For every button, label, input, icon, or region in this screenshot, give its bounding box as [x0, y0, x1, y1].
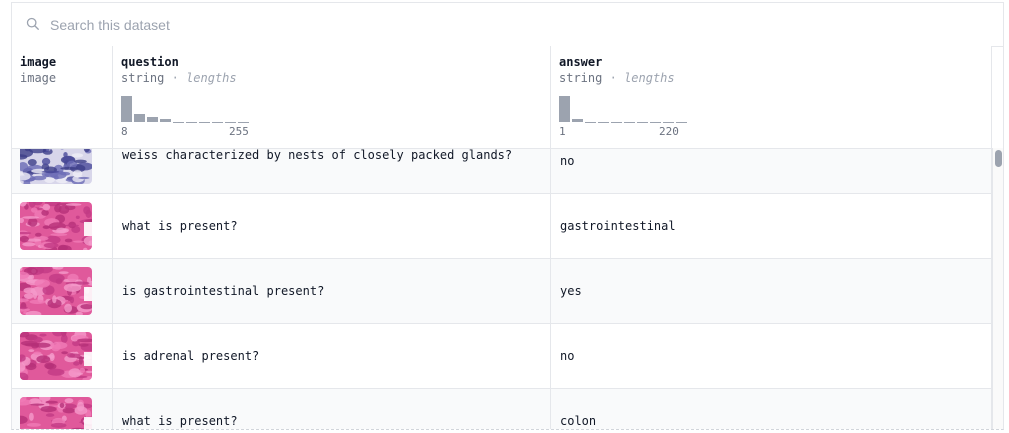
histogram-bar[interactable] — [650, 122, 661, 123]
table-header: image image question string · lengths 8 … — [12, 46, 992, 149]
question-cell: what is present? — [113, 194, 551, 258]
question-cell: is adrenal present? — [113, 324, 551, 388]
answer-cell: gastrointestinal — [551, 194, 992, 258]
histogram-bar[interactable] — [225, 122, 236, 123]
histogram-bar[interactable] — [598, 122, 609, 123]
table-body: is endoscopic view of a longitudinally-o… — [12, 148, 992, 429]
histogram-bar[interactable] — [572, 119, 583, 122]
lengths-label: lengths — [624, 71, 675, 85]
separator: · — [609, 71, 617, 85]
histogram-bar[interactable] — [676, 122, 687, 123]
dataset-viewer: image image question string · lengths 8 … — [11, 2, 1004, 430]
question-text: what is present? — [122, 414, 238, 428]
question-text: is adrenal present? — [122, 349, 260, 363]
histogram-max: 255 — [229, 125, 249, 138]
answer-text: colon — [560, 414, 597, 428]
column-name: answer — [559, 55, 603, 69]
histogram-bar[interactable] — [212, 122, 223, 123]
histogram-bar[interactable] — [624, 122, 635, 123]
histogram-bar[interactable] — [186, 122, 197, 123]
table-row[interactable]: is adrenal present? no — [12, 324, 992, 389]
answer-text: gastrointestinal — [560, 219, 676, 233]
table-row[interactable]: is gastrointestinal present? yes — [12, 259, 992, 324]
length-histogram[interactable] — [121, 96, 253, 123]
search-input[interactable] — [50, 12, 950, 38]
table-row[interactable]: is endoscopic view of a longitudinally-o… — [12, 148, 992, 194]
question-text: is endoscopic view of a longitudinally-o… — [122, 148, 513, 162]
search-bar — [12, 3, 1003, 47]
column-header-question[interactable]: question string · lengths 8 255 — [113, 46, 551, 148]
question-text: is gastrointestinal present? — [122, 284, 325, 298]
histogram-bar[interactable] — [160, 119, 171, 122]
histogram-bar[interactable] — [663, 122, 674, 123]
histogram-bar[interactable] — [238, 122, 249, 123]
answer-text: no — [560, 154, 575, 168]
lengths-label: lengths — [186, 71, 237, 85]
histology-thumbnail[interactable] — [20, 267, 92, 315]
column-header-image[interactable]: image image — [12, 46, 113, 148]
search-icon — [26, 17, 39, 30]
question-text: what is present? — [122, 219, 238, 233]
tissue-image — [20, 397, 92, 429]
table-row[interactable]: what is present? gastrointestinal — [12, 194, 992, 259]
separator: · — [171, 71, 179, 85]
histology-thumbnail[interactable] — [20, 397, 92, 429]
type-label: string — [121, 71, 165, 85]
column-name: question — [121, 55, 179, 69]
answer-cell: colon — [551, 389, 992, 429]
histology-thumbnail[interactable] — [20, 332, 92, 380]
answer-text: yes — [560, 284, 582, 298]
histology-thumbnail[interactable] — [20, 148, 92, 184]
image-cell — [12, 259, 113, 323]
histogram-bar[interactable] — [611, 122, 622, 123]
type-label: string — [559, 71, 603, 85]
image-cell — [12, 324, 113, 388]
table-row[interactable]: what is present? colon — [12, 389, 992, 429]
tissue-image — [20, 332, 92, 380]
histogram-bar[interactable] — [585, 122, 596, 123]
answer-cell: yes — [551, 259, 992, 323]
histology-thumbnail[interactable] — [20, 202, 92, 250]
tissue-image — [20, 202, 92, 250]
histogram-max: 220 — [659, 125, 679, 138]
answer-cell: no — [551, 324, 992, 388]
image-cell — [12, 194, 113, 258]
scrollbar[interactable] — [992, 148, 1003, 429]
histogram-bar[interactable] — [199, 122, 210, 123]
question-cell: is endoscopic view of a longitudinally-o… — [113, 148, 551, 193]
histogram-bar[interactable] — [134, 114, 145, 122]
tissue-image — [20, 267, 92, 315]
column-type: image — [20, 71, 57, 85]
image-cell — [12, 389, 113, 429]
column-type: string · lengths — [121, 71, 237, 85]
question-cell: is gastrointestinal present? — [113, 259, 551, 323]
image-cell — [12, 148, 113, 193]
answer-text: no — [560, 349, 575, 363]
histogram-bar[interactable] — [173, 122, 184, 123]
column-type: string · lengths — [559, 71, 675, 85]
histogram-bar[interactable] — [147, 117, 158, 122]
histogram-bar[interactable] — [559, 96, 570, 122]
column-header-answer[interactable]: answer string · lengths 1 220 — [551, 46, 992, 148]
column-name: image — [20, 55, 57, 69]
histogram-min: 8 — [121, 125, 128, 138]
histogram-bar[interactable] — [637, 122, 648, 123]
histogram-bar[interactable] — [121, 96, 132, 122]
histogram-min: 1 — [559, 125, 566, 138]
answer-cell: no — [551, 148, 992, 193]
question-cell: what is present? — [113, 389, 551, 429]
tissue-image — [20, 148, 92, 184]
scrollbar-thumb[interactable] — [995, 150, 1002, 167]
length-histogram[interactable] — [559, 96, 691, 123]
